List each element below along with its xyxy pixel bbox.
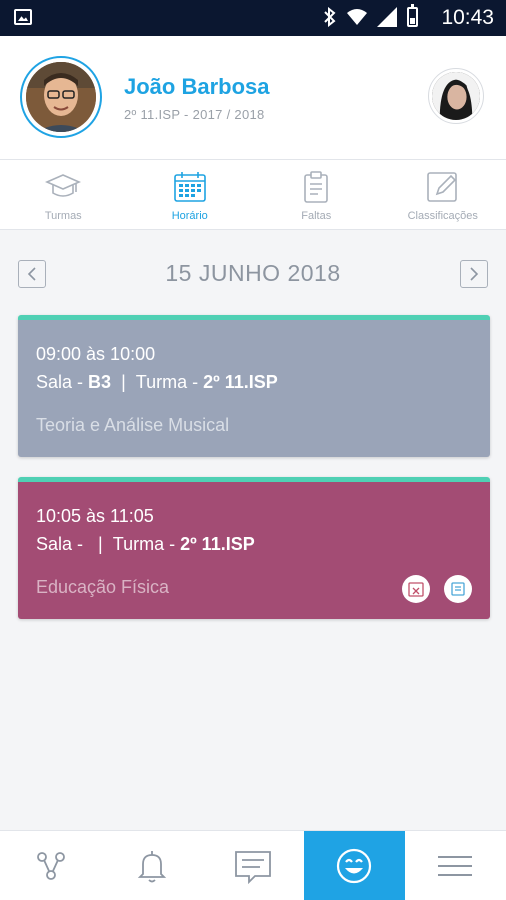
tab-faltas[interactable]: Faltas [253, 160, 380, 229]
status-bar: 10:43 [0, 0, 506, 36]
battery-icon [407, 4, 418, 27]
nav-network[interactable] [0, 831, 101, 900]
lesson-subject: Educação Física [36, 577, 170, 597]
lesson-actions [402, 575, 472, 603]
next-day-button[interactable] [460, 260, 488, 288]
lesson-card[interactable]: 10:05 às 11:05 Sala - | Turma - 2º 11.IS… [18, 477, 490, 619]
bottom-navigation [0, 830, 506, 900]
absence-button[interactable] [402, 575, 430, 603]
status-icons [323, 4, 418, 27]
nav-menu[interactable] [405, 831, 506, 900]
smiley-icon [337, 848, 372, 883]
user-name: João Barbosa [124, 74, 270, 99]
wifi-icon [347, 9, 367, 25]
clipboard-icon [304, 171, 329, 203]
bluetooth-icon [324, 7, 336, 27]
user-class-year: 2º 11.ISP - 2017 / 2018 [124, 107, 265, 122]
tab-horario[interactable]: Horário [127, 160, 254, 229]
lesson-card[interactable]: 09:00 às 10:00 Sala - B3 | Turma - 2º 11… [18, 315, 490, 457]
chat-icon [235, 850, 271, 884]
lesson-room-class: Sala - | Turma - 2º 11.ISP [36, 534, 255, 554]
nav-mood[interactable] [303, 831, 405, 900]
summary-button[interactable] [444, 575, 472, 603]
nav-messages[interactable] [202, 831, 303, 900]
tab-label: Classificações [407, 210, 478, 222]
lesson-room-class: Sala - B3 | Turma - 2º 11.ISP [36, 372, 278, 392]
lesson-time: 09:00 às 10:00 [36, 344, 156, 364]
section-tabs: Turmas Horário Faltas Classificações [0, 160, 506, 230]
current-date: 15 JUNHO 2018 [165, 260, 341, 286]
calendar-x-icon [408, 582, 424, 597]
avatar[interactable] [20, 56, 102, 138]
date-navigator: 15 JUNHO 2018 [0, 250, 506, 296]
user-photo [26, 62, 96, 132]
share-graph-icon [36, 851, 65, 880]
nav-notifications[interactable] [101, 831, 202, 900]
tab-label: Faltas [301, 210, 332, 222]
graduation-cap-icon [45, 174, 82, 197]
secondary-avatar[interactable] [428, 68, 484, 124]
tab-label: Turmas [44, 210, 82, 222]
pencil-icon [426, 172, 457, 202]
tab-turmas[interactable]: Turmas [0, 160, 127, 229]
lesson-time: 10:05 às 11:05 [36, 506, 154, 526]
tab-label: Horário [171, 210, 208, 222]
menu-icon [438, 855, 473, 876]
note-icon [451, 582, 465, 596]
profile-header: João Barbosa 2º 11.ISP - 2017 / 2018 [0, 36, 506, 160]
lesson-subject: Teoria e Análise Musical [36, 415, 230, 435]
secondary-user-photo [432, 72, 480, 120]
bell-icon [137, 850, 166, 882]
status-clock: 10:43 [441, 6, 494, 29]
signal-icon [377, 7, 397, 27]
tab-classificacoes[interactable]: Classificações [380, 160, 506, 229]
gallery-icon [14, 9, 32, 25]
calendar-icon [173, 172, 206, 202]
chevron-right-icon [470, 267, 479, 281]
